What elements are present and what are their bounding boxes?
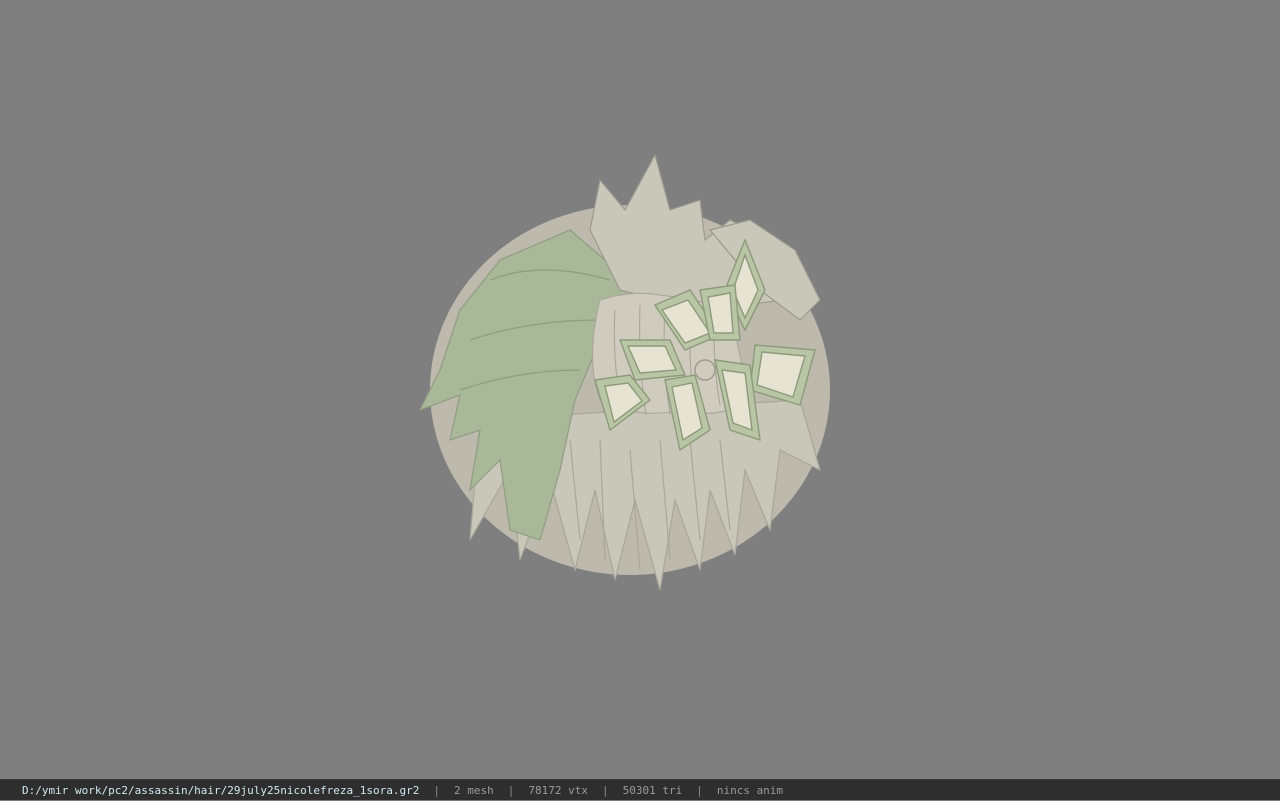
file-path: D:/ymir work/pc2/assassin/hair/29july25n… [22, 780, 419, 801]
separator: | [508, 780, 515, 801]
animation-status: nincs anim [717, 780, 783, 801]
hair-model[interactable] [400, 140, 860, 610]
separator: | [602, 780, 609, 801]
mesh-count: 2 mesh [454, 780, 494, 801]
triangle-count: 50301 tri [623, 780, 683, 801]
separator: | [433, 780, 440, 801]
vertex-count: 78172 vtx [528, 780, 588, 801]
separator: | [696, 780, 703, 801]
3d-viewport[interactable] [0, 0, 1280, 779]
status-bar: D:/ymir work/pc2/assassin/hair/29july25n… [0, 779, 1280, 800]
